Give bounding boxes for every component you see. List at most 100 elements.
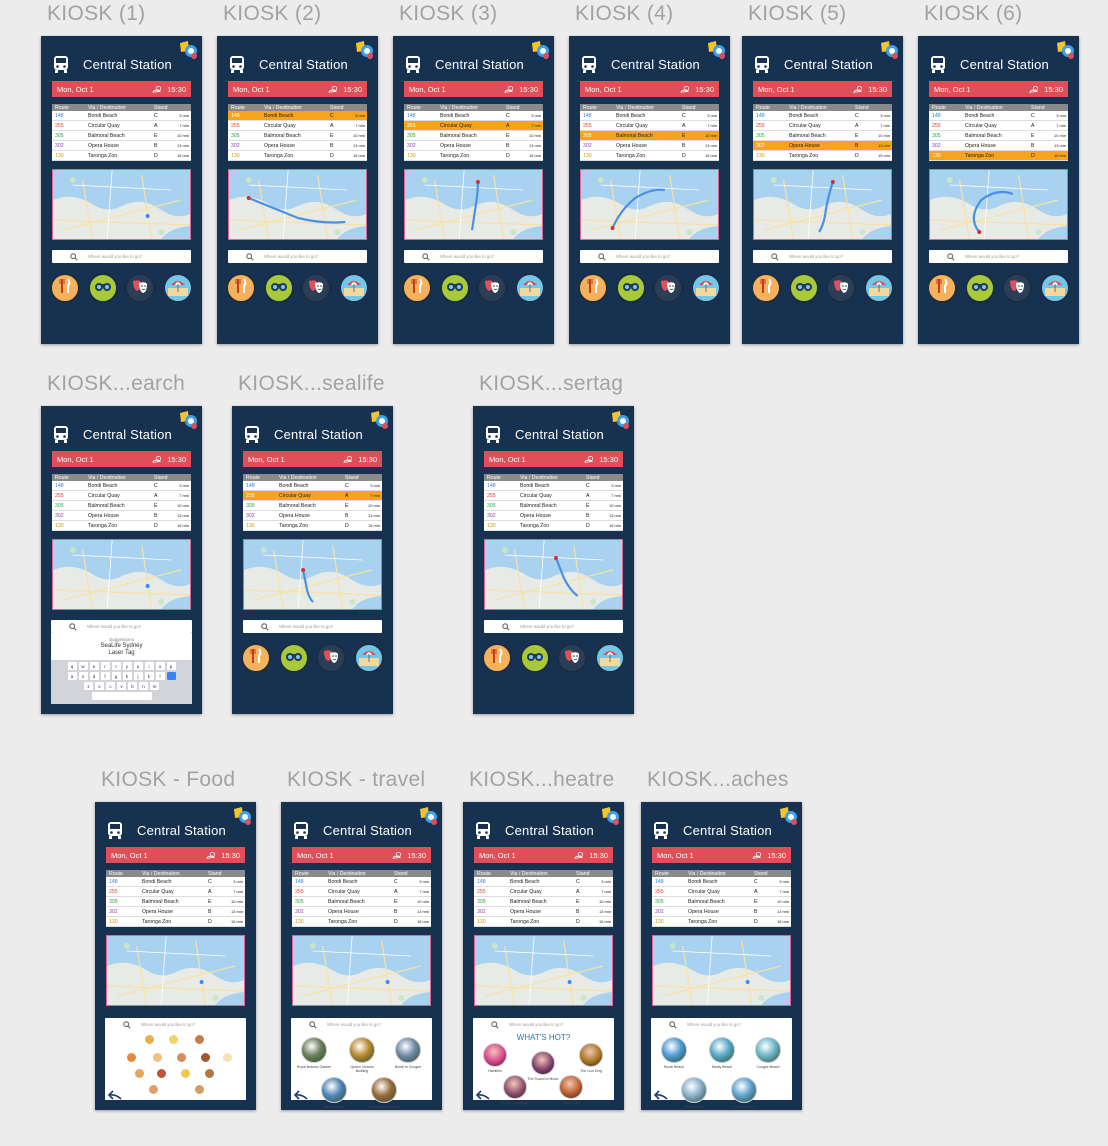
binoculars-button[interactable] (615, 273, 646, 303)
table-row[interactable]: 130 Taronga Zoo D 15 min (52, 521, 191, 531)
table-row[interactable]: 305 Balmoral Beach E 10 min (652, 897, 791, 907)
place-photo[interactable] (755, 1037, 781, 1063)
artboard-title[interactable]: KIOSK (6) (924, 2, 1022, 26)
table-row[interactable]: 148 Bondi Beach C 3 min (292, 877, 431, 887)
route-map[interactable] (292, 935, 431, 1006)
space-key[interactable] (91, 692, 152, 700)
artboard-title[interactable]: KIOSK (5) (748, 2, 846, 26)
table-row[interactable]: 305 Balmoral Beach E 10 min (228, 131, 367, 141)
route-map[interactable] (106, 935, 245, 1006)
table-row[interactable]: 130 Taronga Zoo D 15 min (580, 151, 719, 161)
theatre-masks-button[interactable] (1002, 273, 1033, 303)
place-photo[interactable] (349, 1037, 375, 1063)
search-input[interactable]: Where would you like to go? (929, 250, 1068, 263)
key[interactable]: s (78, 672, 88, 680)
food-item-icon[interactable] (135, 1069, 144, 1078)
table-row[interactable]: 305 Balmoral Beach E 10 min (292, 897, 431, 907)
table-row[interactable]: 148 Bondi Beach C 3 min (243, 481, 382, 491)
artboard-title[interactable]: KIOSK (2) (223, 2, 321, 26)
food-item-icon[interactable] (157, 1069, 166, 1078)
show-photo[interactable] (559, 1075, 583, 1099)
route-map[interactable] (652, 935, 791, 1006)
table-row[interactable]: 255 Circular Quay A 7 min (52, 491, 191, 501)
food-item-icon[interactable] (127, 1053, 136, 1062)
route-map[interactable] (474, 935, 613, 1006)
show-photo[interactable] (579, 1043, 603, 1067)
key[interactable]: m (150, 682, 159, 690)
theatre-masks-button[interactable] (301, 273, 332, 303)
key[interactable]: d (89, 672, 99, 680)
table-row[interactable]: 305 Balmoral Beach E 10 min (753, 131, 892, 141)
artboard-title[interactable]: KIOSK...heatre (469, 768, 614, 792)
artboard-title[interactable]: KIOSK (1) (47, 2, 145, 26)
route-map[interactable] (580, 169, 719, 240)
table-row[interactable]: 302 Opera House B 13 min (580, 141, 719, 151)
beach-umbrella-button[interactable] (1039, 273, 1070, 303)
artboard-title[interactable]: KIOSK (3) (399, 2, 497, 26)
key[interactable]: z (84, 682, 93, 690)
route-map[interactable] (243, 539, 382, 610)
table-row[interactable]: 302 Opera House B 13 min (106, 907, 245, 917)
table-row[interactable]: 148 Bondi Beach C 3 min (753, 111, 892, 121)
search-input[interactable]: Where would you like to go? (753, 250, 892, 263)
place-photo[interactable] (681, 1077, 707, 1103)
route-map[interactable] (929, 169, 1068, 240)
place-photo[interactable] (321, 1077, 347, 1103)
artboard-title[interactable]: KIOSK...earch (47, 372, 185, 396)
search-input[interactable]: Where would you like to go? (404, 250, 543, 263)
table-row[interactable]: 302 Opera House B 13 min (243, 511, 382, 521)
table-row[interactable]: 130 Taronga Zoo D 15 min (292, 917, 431, 927)
table-row[interactable]: 255 Circular Quay A 7 min (404, 121, 543, 131)
key[interactable]: q (67, 662, 77, 670)
search-input[interactable]: Where would you like to go? (580, 250, 719, 263)
table-row[interactable]: 148 Bondi Beach C 3 min (52, 111, 191, 121)
table-row[interactable]: 148 Bondi Beach C 3 min (404, 111, 543, 121)
table-row[interactable]: 255 Circular Quay A 7 min (484, 491, 623, 501)
food-item-icon[interactable] (169, 1035, 178, 1044)
theatre-masks-button[interactable] (477, 273, 508, 303)
route-map[interactable] (228, 169, 367, 240)
place-photo[interactable] (709, 1037, 735, 1063)
table-row[interactable]: 302 Opera House B 13 min (652, 907, 791, 917)
table-row[interactable]: 255 Circular Quay A 7 min (474, 887, 613, 897)
theatre-masks-button[interactable] (557, 643, 588, 673)
table-row[interactable]: 305 Balmoral Beach E 10 min (404, 131, 543, 141)
artboard-title[interactable]: KIOSK (4) (575, 2, 673, 26)
search-input[interactable]: Where would you like to go? (52, 250, 191, 263)
key[interactable]: i (144, 662, 154, 670)
search-input[interactable]: Where would you like to go? (484, 620, 623, 633)
key[interactable]: t (111, 662, 121, 670)
food-item-icon[interactable] (145, 1035, 154, 1044)
search-input[interactable]: Where would you like to go? (51, 620, 192, 633)
food-item-icon[interactable] (181, 1069, 190, 1078)
food-button[interactable] (751, 273, 781, 303)
table-row[interactable]: 305 Balmoral Beach E 10 min (52, 131, 191, 141)
key[interactable]: l (155, 672, 165, 680)
table-row[interactable]: 302 Opera House B 13 min (292, 907, 431, 917)
table-row[interactable]: 305 Balmoral Beach E 10 min (580, 131, 719, 141)
table-row[interactable]: 255 Circular Quay A 7 min (228, 121, 367, 131)
food-button[interactable] (241, 643, 271, 673)
route-map[interactable] (753, 169, 892, 240)
binoculars-button[interactable] (788, 273, 819, 303)
table-row[interactable]: 148 Bondi Beach C 3 min (484, 481, 623, 491)
food-button[interactable] (578, 273, 608, 303)
table-row[interactable]: 130 Taronga Zoo D 15 min (652, 917, 791, 927)
food-button[interactable] (927, 273, 957, 303)
artboard-title[interactable]: KIOSK...aches (647, 768, 789, 792)
theatre-masks-button[interactable] (653, 273, 684, 303)
route-map[interactable] (52, 169, 191, 240)
key[interactable]: o (155, 662, 165, 670)
key[interactable]: x (95, 682, 104, 690)
food-item-icon[interactable] (223, 1053, 232, 1062)
binoculars-button[interactable] (964, 273, 995, 303)
artboard-title[interactable]: KIOSK...sealife (238, 372, 385, 396)
table-row[interactable]: 302 Opera House B 13 min (753, 141, 892, 151)
show-photo[interactable] (531, 1051, 555, 1075)
key[interactable]: n (139, 682, 148, 690)
place-photo[interactable] (661, 1037, 687, 1063)
table-row[interactable]: 130 Taronga Zoo D 15 min (52, 151, 191, 161)
table-row[interactable]: 130 Taronga Zoo D 15 min (753, 151, 892, 161)
route-map[interactable] (404, 169, 543, 240)
food-button[interactable] (226, 273, 256, 303)
